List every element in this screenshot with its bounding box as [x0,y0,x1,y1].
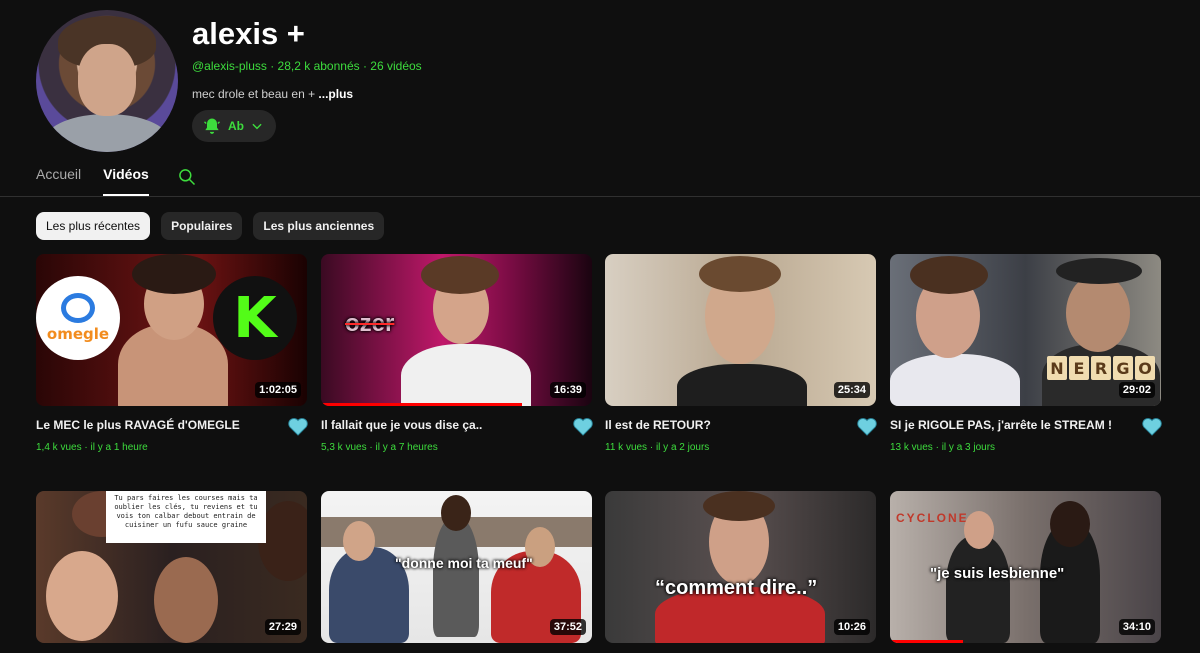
meta-separator: · [647,442,656,453]
video-meta: 5,3 k vues · il y a 7 heures [321,442,592,453]
store-sign: CYCLONE [896,511,969,525]
video-thumbnail[interactable]: CYCLONE "je suis lesbienne" 34:10 [890,491,1161,643]
video-age: il y a 1 heure [90,442,148,453]
video-views: 13 k vues [890,442,933,453]
video-age: il y a 2 jours [655,442,710,453]
video-card[interactable]: N E R G O 29:02 SI je RIGOLE PAS, j'arrê… [890,254,1163,453]
subscribed-button[interactable]: Ab [192,110,276,142]
thumb-caption: “comment dire..” [655,577,818,599]
channel-description[interactable]: mec drole et beau en + ...plus [192,87,353,101]
video-duration: 1:02:05 [255,382,301,398]
video-thumbnail[interactable]: Tu pars faires les courses mais ta oubli… [36,491,307,643]
video-card[interactable]: "donne moi ta meuf" 37:52 [321,491,592,643]
video-age: il y a 3 jours [941,442,996,453]
video-duration: 29:02 [1118,382,1155,398]
video-thumbnail[interactable]: ozer 16:39 [321,254,592,406]
video-views: 1,4 k vues [36,442,82,453]
heart-icon [856,416,878,436]
search-icon[interactable] [177,167,197,187]
subscriber-count: 28,2 k abonnés [277,59,360,73]
chip-recent[interactable]: Les plus récentes [36,212,151,240]
video-views: 5,3 k vues [321,442,367,453]
kick-logo: K [213,276,297,360]
description-text: mec drole et beau en + [192,87,319,101]
heart-icon [287,416,309,436]
channel-handle: @alexis-pluss [192,59,267,73]
tab-videos[interactable]: Vidéos [103,166,149,196]
video-card[interactable]: “comment dire..” 10:26 [605,491,876,643]
meta-separator: · [359,59,371,73]
video-duration: 27:29 [264,619,301,635]
chevron-down-icon [250,119,264,133]
filter-chips: Les plus récentes Populaires Les plus an… [36,212,385,240]
meta-separator: · [932,442,942,453]
video-card[interactable]: omegle K 1:02:05 Le MEC le plus RAVAGÉ d… [36,254,309,453]
video-meta: 11 k vues · il y a 2 jours [605,442,876,453]
video-card[interactable]: ozer 16:39 Il fallait que je vous dise ç… [321,254,594,453]
omegle-logo: omegle [36,276,120,360]
video-card[interactable]: Tu pars faires les courses mais ta oubli… [36,491,307,643]
ozer-logo: ozer [345,310,395,337]
video-duration: 34:10 [1118,619,1155,635]
channel-meta: @alexis-pluss · 28,2 k abonnés · 26 vidé… [192,59,422,73]
chip-popular[interactable]: Populaires [161,212,243,240]
heart-icon [572,416,594,436]
chat-bubble: Tu pars faires les courses mais ta oubli… [106,491,266,543]
tabs-divider [0,196,1200,197]
video-duration: 37:52 [549,619,586,635]
video-meta: 13 k vues · il y a 3 jours [890,442,1161,453]
channel-name: alexis + [192,16,305,51]
video-thumbnail[interactable]: “comment dire..” 10:26 [605,491,876,643]
channel-tabs: Accueil Vidéos [36,166,197,196]
heart-icon [1141,416,1163,436]
thumb-caption: "donne moi ta meuf" [395,555,533,571]
thumb-caption: "je suis lesbienne" [930,565,1065,582]
video-meta: 1,4 k vues · il y a 1 heure [36,442,307,453]
description-more-link[interactable]: ...plus [318,87,353,101]
video-card[interactable]: CYCLONE "je suis lesbienne" 34:10 [890,491,1161,643]
nergo-tiles: N E R G O [1047,356,1155,380]
video-duration: 16:39 [549,382,586,398]
chip-oldest[interactable]: Les plus anciennes [253,212,385,240]
tab-accueil[interactable]: Accueil [36,166,81,196]
watch-progress [321,403,522,406]
watch-progress [890,640,964,643]
channel-avatar[interactable] [36,10,178,152]
video-title[interactable]: SI je RIGOLE PAS, j'arrête le STREAM ! [890,418,1161,432]
video-thumbnail[interactable]: omegle K 1:02:05 [36,254,307,406]
video-duration: 25:34 [833,382,870,398]
video-title[interactable]: Le MEC le plus RAVAGÉ d'OMEGLE [36,418,307,432]
video-thumbnail[interactable]: N E R G O 29:02 [890,254,1161,406]
subscribe-label: Ab [228,119,244,133]
video-views: 11 k vues [605,442,648,453]
meta-separator: · [266,59,278,73]
video-thumbnail[interactable]: 25:34 [605,254,876,406]
video-title[interactable]: Il est de RETOUR? [605,418,876,432]
video-title[interactable]: Il fallait que je vous dise ça.. [321,418,592,432]
channel-header: alexis + @alexis-pluss · 28,2 k abonnés … [36,10,1176,155]
video-card[interactable]: 25:34 Il est de RETOUR? 11 k vues · il y… [605,254,878,453]
video-duration: 10:26 [833,619,870,635]
bell-icon [202,116,222,136]
video-thumbnail[interactable]: "donne moi ta meuf" 37:52 [321,491,592,643]
video-count: 26 vidéos [370,59,422,73]
video-age: il y a 7 heures [375,442,438,453]
